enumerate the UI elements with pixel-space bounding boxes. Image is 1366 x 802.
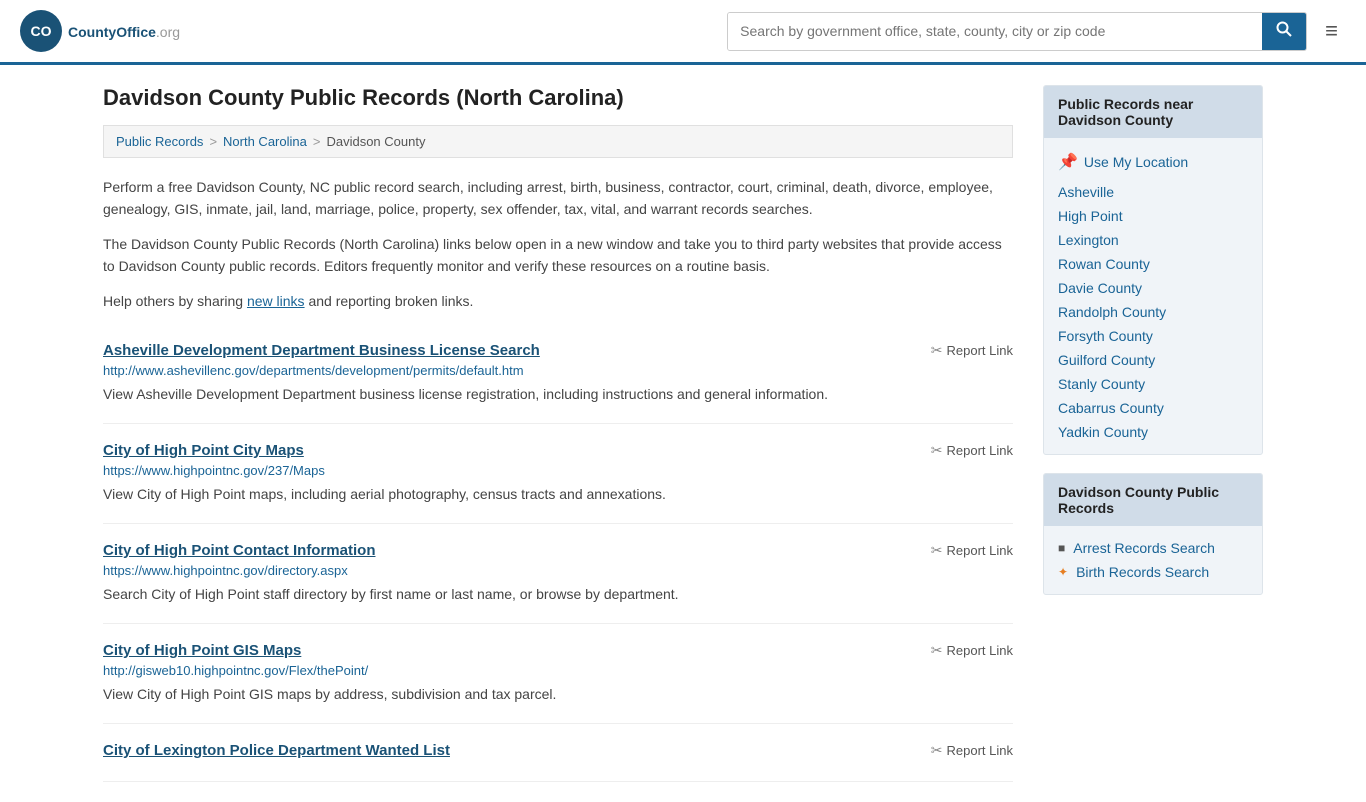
- report-icon-2: ✂: [931, 442, 943, 459]
- report-icon-5: ✂: [931, 742, 943, 759]
- breadcrumb: Public Records > North Carolina > Davids…: [103, 125, 1013, 158]
- header: CO CountyOffice.org ≡: [0, 0, 1366, 65]
- sidebar-link-forsyth-county[interactable]: Forsyth County: [1058, 324, 1248, 348]
- breadcrumb-davidson-county: Davidson County: [326, 134, 425, 149]
- description-1: Perform a free Davidson County, NC publi…: [103, 176, 1013, 221]
- report-icon-1: ✂: [931, 342, 943, 359]
- result-item: City of High Point GIS Maps ✂ Report Lin…: [103, 624, 1013, 724]
- breadcrumb-public-records[interactable]: Public Records: [116, 134, 203, 149]
- report-link-3[interactable]: ✂ Report Link: [931, 542, 1013, 559]
- sidebar-link-high-point[interactable]: High Point: [1058, 204, 1248, 228]
- location-pin-icon: 📌: [1058, 152, 1078, 172]
- results-list: Asheville Development Department Busines…: [103, 324, 1013, 782]
- page-title: Davidson County Public Records (North Ca…: [103, 85, 1013, 111]
- result-item: City of High Point Contact Information ✂…: [103, 524, 1013, 624]
- result-desc-1: View Asheville Development Department bu…: [103, 384, 1013, 405]
- birth-icon: ✦: [1058, 565, 1068, 579]
- result-title-2[interactable]: City of High Point City Maps: [103, 442, 304, 459]
- search-button[interactable]: [1262, 13, 1306, 50]
- result-title-4[interactable]: City of High Point GIS Maps: [103, 642, 301, 659]
- sidebar-link-davie-county[interactable]: Davie County: [1058, 276, 1248, 300]
- result-title-1[interactable]: Asheville Development Department Busines…: [103, 342, 540, 359]
- result-url-2[interactable]: https://www.highpointnc.gov/237/Maps: [103, 463, 1013, 478]
- sidebar-link-stanly-county[interactable]: Stanly County: [1058, 372, 1248, 396]
- result-desc-3: Search City of High Point staff director…: [103, 584, 1013, 605]
- description-2: The Davidson County Public Records (Nort…: [103, 233, 1013, 278]
- new-links[interactable]: new links: [247, 293, 305, 309]
- sidebar-link-guilford-county[interactable]: Guilford County: [1058, 348, 1248, 372]
- report-link-5[interactable]: ✂ Report Link: [931, 742, 1013, 759]
- report-link-4[interactable]: ✂ Report Link: [931, 642, 1013, 659]
- nearby-section: Public Records near Davidson County 📌 Us…: [1043, 85, 1263, 455]
- search-bar: [727, 12, 1307, 51]
- header-right: ≡: [727, 12, 1346, 51]
- sidebar-link-cabarrus-county[interactable]: Cabarrus County: [1058, 396, 1248, 420]
- search-input[interactable]: [728, 13, 1262, 50]
- result-item: City of Lexington Police Department Want…: [103, 724, 1013, 782]
- result-item: City of High Point City Maps ✂ Report Li…: [103, 424, 1013, 524]
- result-title-5[interactable]: City of Lexington Police Department Want…: [103, 742, 450, 759]
- sidebar-link-lexington[interactable]: Lexington: [1058, 228, 1248, 252]
- records-section: Davidson County Public Records ■ Arrest …: [1043, 473, 1263, 595]
- sidebar-link-randolph-county[interactable]: Randolph County: [1058, 300, 1248, 324]
- result-title-3[interactable]: City of High Point Contact Information: [103, 542, 375, 559]
- logo-area: CO CountyOffice.org: [20, 10, 180, 52]
- use-location[interactable]: 📌 Use My Location: [1058, 148, 1248, 176]
- result-desc-4: View City of High Point GIS maps by addr…: [103, 684, 1013, 705]
- arrest-icon: ■: [1058, 541, 1065, 555]
- main-container: Davidson County Public Records (North Ca…: [83, 65, 1283, 802]
- report-icon-4: ✂: [931, 642, 943, 659]
- logo-icon: CO: [20, 10, 62, 52]
- sidebar-link-yadkin-county[interactable]: Yadkin County: [1058, 420, 1248, 444]
- report-link-2[interactable]: ✂ Report Link: [931, 442, 1013, 459]
- menu-icon[interactable]: ≡: [1317, 14, 1346, 48]
- report-link-1[interactable]: ✂ Report Link: [931, 342, 1013, 359]
- records-section-title: Davidson County Public Records: [1044, 474, 1262, 526]
- sidebar-link-asheville[interactable]: Asheville: [1058, 180, 1248, 204]
- nearby-section-content: 📌 Use My Location Asheville High Point L…: [1044, 138, 1262, 454]
- report-icon-3: ✂: [931, 542, 943, 559]
- content-area: Davidson County Public Records (North Ca…: [103, 85, 1013, 782]
- breadcrumb-north-carolina[interactable]: North Carolina: [223, 134, 307, 149]
- record-link-arrest[interactable]: ■ Arrest Records Search: [1058, 536, 1248, 560]
- sidebar: Public Records near Davidson County 📌 Us…: [1043, 85, 1263, 782]
- record-link-birth[interactable]: ✦ Birth Records Search: [1058, 560, 1248, 584]
- result-desc-2: View City of High Point maps, including …: [103, 484, 1013, 505]
- nearby-section-title: Public Records near Davidson County: [1044, 86, 1262, 138]
- description-3: Help others by sharing new links and rep…: [103, 290, 1013, 312]
- svg-text:CO: CO: [31, 23, 52, 39]
- result-url-1[interactable]: http://www.ashevillenc.gov/departments/d…: [103, 363, 1013, 378]
- sidebar-link-rowan-county[interactable]: Rowan County: [1058, 252, 1248, 276]
- result-url-4[interactable]: http://gisweb10.highpointnc.gov/Flex/the…: [103, 663, 1013, 678]
- result-item: Asheville Development Department Busines…: [103, 324, 1013, 424]
- records-section-content: ■ Arrest Records Search ✦ Birth Records …: [1044, 526, 1262, 594]
- result-url-3[interactable]: https://www.highpointnc.gov/directory.as…: [103, 563, 1013, 578]
- logo-text: CountyOffice.org: [68, 21, 180, 42]
